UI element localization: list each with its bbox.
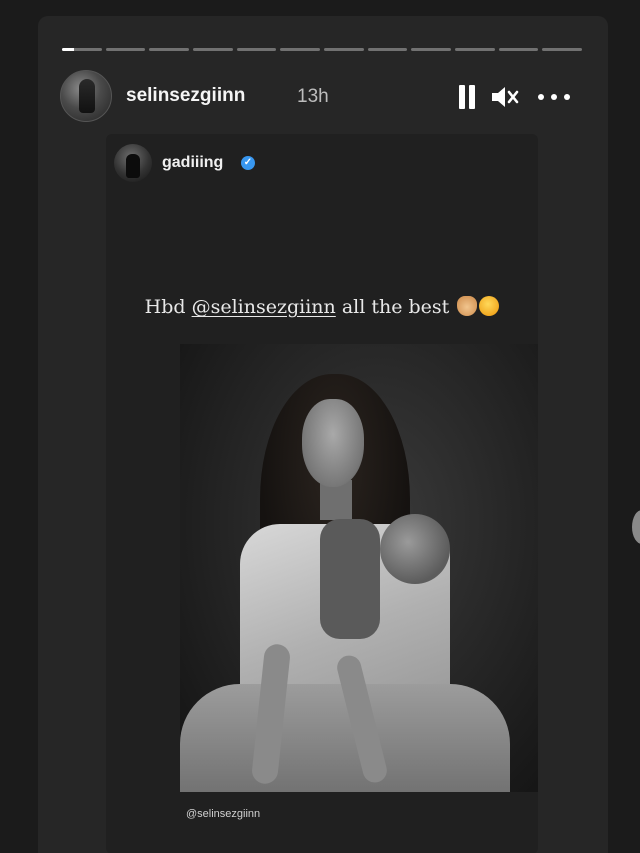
caption-mention-link[interactable]: @selinsezgiinn xyxy=(192,296,336,318)
shared-post-card[interactable]: gadiiing ✓ Hbd @selinsezgiinn all the be… xyxy=(106,134,538,853)
photo-credit-mention[interactable]: @selinsezgiinn xyxy=(186,808,260,820)
progress-segment xyxy=(236,48,277,51)
caption-prefix: Hbd xyxy=(144,296,192,318)
post-caption: Hbd @selinsezgiinn all the best xyxy=(106,296,538,318)
mute-button[interactable] xyxy=(490,84,520,110)
shared-post-header: gadiiing ✓ xyxy=(114,144,534,184)
shared-author-username[interactable]: gadiiing xyxy=(162,154,223,172)
progress-segment xyxy=(193,48,233,51)
progress-segment xyxy=(542,48,583,51)
next-story-arrow[interactable] xyxy=(632,510,640,544)
shared-author-avatar[interactable] xyxy=(114,144,152,182)
progress-segment xyxy=(62,48,102,51)
progress-segment xyxy=(280,48,321,51)
progress-segment xyxy=(367,48,408,51)
progress-segment xyxy=(324,48,364,51)
pause-icon xyxy=(459,85,465,109)
raised-hands-emoji-icon xyxy=(457,296,478,316)
progress-segment xyxy=(411,48,452,51)
post-photo[interactable] xyxy=(180,344,538,792)
more-options-button[interactable] xyxy=(534,84,574,110)
story-progress-bar xyxy=(62,48,583,51)
progress-segment xyxy=(498,48,539,51)
author-avatar[interactable] xyxy=(60,70,112,122)
more-horizontal-icon xyxy=(538,94,544,100)
hugging-face-emoji-icon xyxy=(479,296,500,316)
pause-button[interactable] xyxy=(456,84,478,110)
story-viewer: selinsezgiinn 13h gadiiing ✓ Hbd @selins… xyxy=(38,16,608,853)
story-timestamp: 13h xyxy=(297,86,329,107)
progress-segment xyxy=(455,48,495,51)
verified-badge-icon: ✓ xyxy=(241,156,255,170)
volume-muted-icon xyxy=(492,87,519,107)
story-header: selinsezgiinn 13h xyxy=(60,70,590,122)
caption-suffix: all the best xyxy=(335,296,450,318)
author-username[interactable]: selinsezgiinn xyxy=(126,85,245,107)
progress-segment xyxy=(105,48,146,51)
progress-segment xyxy=(149,48,190,51)
